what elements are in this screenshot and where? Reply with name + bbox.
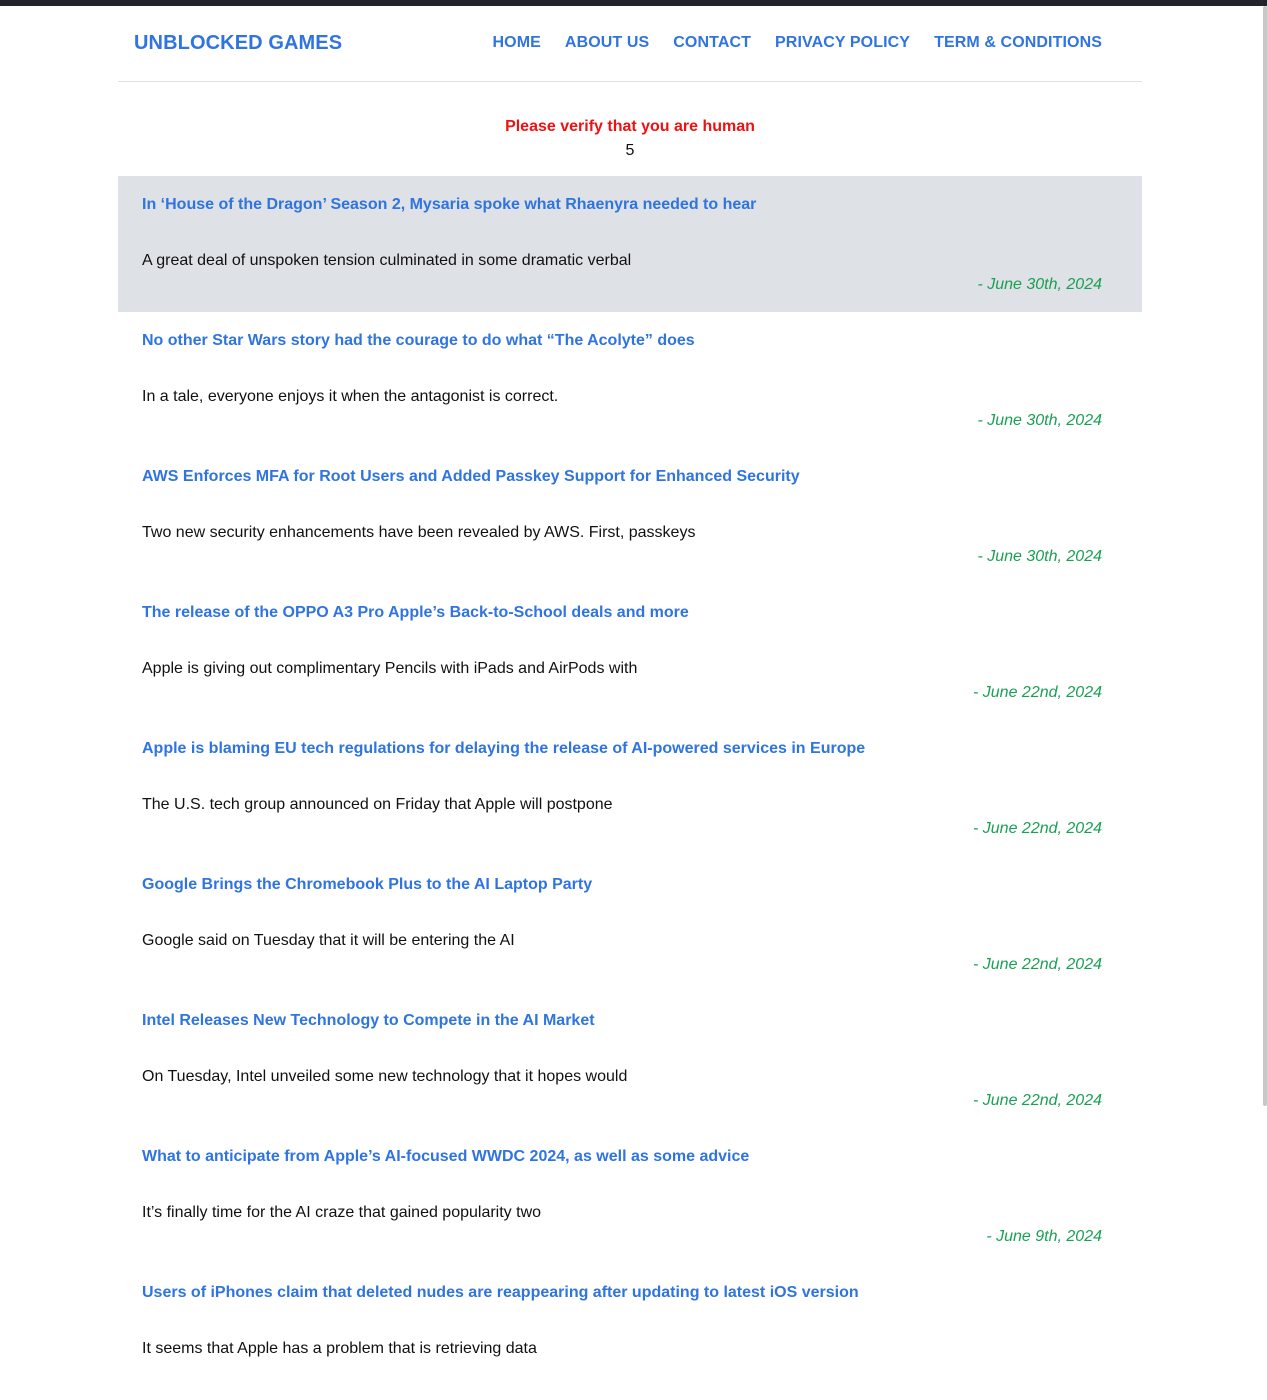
nav-menu: HOME ABOUT US CONTACT PRIVACY POLICY TER… — [493, 34, 1102, 52]
navbar: UNBLOCKED GAMES HOME ABOUT US CONTACT PR… — [118, 6, 1142, 82]
post-title-link[interactable]: No other Star Wars story had the courage… — [142, 331, 695, 351]
nav-item-contact: CONTACT — [673, 34, 751, 52]
post-excerpt: It seems that Apple has a problem that i… — [142, 1340, 537, 1357]
post-excerpt: Apple is giving out complimentary Pencil… — [142, 660, 638, 677]
post-item: Google Brings the Chromebook Plus to the… — [118, 856, 1142, 992]
post-item: Intel Releases New Technology to Compete… — [118, 992, 1142, 1128]
post-title-link[interactable]: Google Brings the Chromebook Plus to the… — [142, 875, 592, 895]
nav-item-home: HOME — [493, 34, 541, 52]
post-date: - June 22nd, 2024 — [973, 956, 1102, 973]
post-date: - June 22nd, 2024 — [973, 1092, 1102, 1109]
nav-link-home[interactable]: HOME — [493, 34, 541, 51]
page-scrollbar[interactable] — [1263, 6, 1267, 1106]
post-date: - June 22nd, 2024 — [973, 684, 1102, 701]
post-title-link[interactable]: Apple is blaming EU tech regulations for… — [142, 739, 865, 759]
post-date: - June 30th, 2024 — [977, 548, 1102, 565]
post-excerpt: The U.S. tech group announced on Friday … — [142, 796, 613, 813]
nav-link-privacy-policy[interactable]: PRIVACY POLICY — [775, 34, 910, 51]
post-item: The release of the OPPO A3 Pro Apple’s B… — [118, 584, 1142, 720]
post-title-link[interactable]: What to anticipate from Apple’s AI-focus… — [142, 1147, 749, 1167]
nav-item-terms: TERM & CONDITIONS — [934, 34, 1102, 52]
post-excerpt: Two new security enhancements have been … — [142, 524, 696, 541]
post-item: No other Star Wars story had the courage… — [118, 312, 1142, 448]
nav-item-privacy: PRIVACY POLICY — [775, 34, 910, 52]
page-container: UNBLOCKED GAMES HOME ABOUT US CONTACT PR… — [118, 6, 1142, 1400]
post-date: - June 30th, 2024 — [977, 276, 1102, 293]
post-item: AWS Enforces MFA for Root Users and Adde… — [118, 448, 1142, 584]
post-date: - June 9th, 2024 — [986, 1228, 1102, 1245]
post-excerpt: A great deal of unspoken tension culmina… — [142, 252, 632, 269]
post-date: - June 22nd, 2024 — [973, 820, 1102, 837]
verify-message: Please verify that you are human — [505, 118, 755, 135]
post-item: What to anticipate from Apple’s AI-focus… — [118, 1128, 1142, 1264]
post-excerpt: Google said on Tuesday that it will be e… — [142, 932, 515, 949]
post-item: Apple is blaming EU tech regulations for… — [118, 720, 1142, 856]
post-excerpt: On Tuesday, Intel unveiled some new tech… — [142, 1068, 628, 1085]
post-excerpt: It’s finally time for the AI craze that … — [142, 1204, 542, 1221]
post-title-link[interactable]: Users of iPhones claim that deleted nude… — [142, 1283, 859, 1303]
post-title-link[interactable]: In ‘House of the Dragon’ Season 2, Mysar… — [142, 195, 756, 215]
nav-link-about-us[interactable]: ABOUT US — [565, 34, 649, 51]
post-title-link[interactable]: The release of the OPPO A3 Pro Apple’s B… — [142, 603, 689, 623]
post-title-link[interactable]: AWS Enforces MFA for Root Users and Adde… — [142, 467, 800, 487]
site-brand-link[interactable]: UNBLOCKED GAMES — [134, 32, 342, 55]
post-item: In ‘House of the Dragon’ Season 2, Mysar… — [118, 176, 1142, 312]
human-verification: Please verify that you are human 5 — [118, 82, 1142, 161]
post-title-link[interactable]: Intel Releases New Technology to Compete… — [142, 1011, 595, 1031]
nav-item-about: ABOUT US — [565, 34, 649, 52]
post-date: - June 30th, 2024 — [977, 412, 1102, 429]
nav-link-terms-conditions[interactable]: TERM & CONDITIONS — [934, 34, 1102, 51]
post-list: In ‘House of the Dragon’ Season 2, Mysar… — [118, 176, 1142, 1400]
post-excerpt: In a tale, everyone enjoys it when the a… — [142, 388, 559, 405]
verify-countdown: 5 — [625, 142, 635, 159]
nav-link-contact[interactable]: CONTACT — [673, 34, 751, 51]
post-item: Users of iPhones claim that deleted nude… — [118, 1264, 1142, 1400]
